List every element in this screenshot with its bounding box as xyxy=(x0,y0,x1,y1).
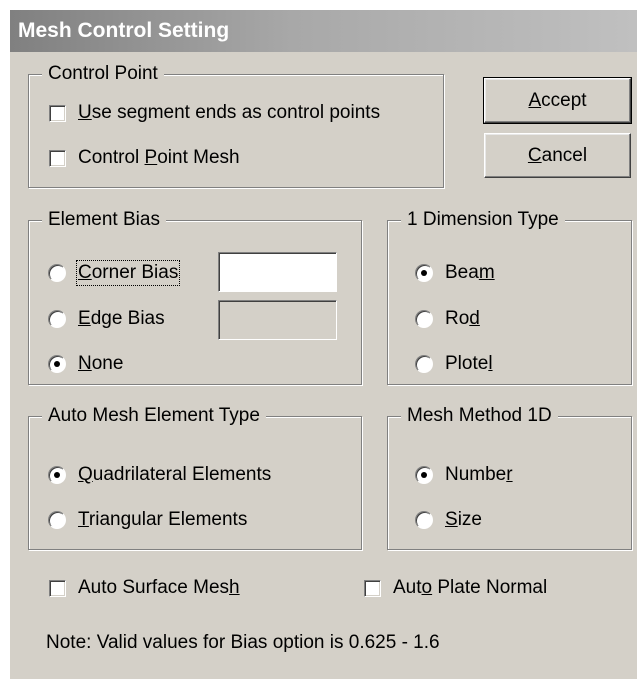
cancel-label: Cancel xyxy=(527,144,588,166)
triangular-radio[interactable]: Triangular Elements xyxy=(48,509,247,531)
number-radio[interactable]: Number xyxy=(415,464,513,486)
beam-radio[interactable]: Beam xyxy=(415,262,495,284)
quadrilateral-label: Quadrilateral Elements xyxy=(78,464,272,485)
checkbox-box[interactable] xyxy=(49,104,66,122)
beam-label: Beam xyxy=(445,262,495,283)
dimension-type-group: 1 Dimension Type Beam Rod Plotel xyxy=(387,209,632,385)
dimension-type-legend: 1 Dimension Type xyxy=(401,209,565,231)
size-label: Size xyxy=(445,509,482,530)
plotel-label: Plotel xyxy=(445,353,493,374)
radio-circle[interactable] xyxy=(415,310,433,328)
plotel-radio[interactable]: Plotel xyxy=(415,353,493,375)
radio-circle[interactable] xyxy=(415,355,433,373)
auto-mesh-group: Auto Mesh Element Type Quadrilateral Ele… xyxy=(28,405,362,550)
element-bias-group: Element Bias Corner Bias Edge Bias None xyxy=(28,209,362,385)
triangular-label: Triangular Elements xyxy=(78,509,248,530)
control-point-mesh-checkbox[interactable]: Control Point Mesh xyxy=(49,147,240,169)
size-radio[interactable]: Size xyxy=(415,509,482,531)
accept-label: Accept xyxy=(528,89,587,111)
title-bar[interactable]: Mesh Control Setting xyxy=(10,10,637,52)
bias-note: Note: Valid values for Bias option is 0.… xyxy=(46,632,440,653)
quadrilateral-radio[interactable]: Quadrilateral Elements xyxy=(48,464,271,486)
control-point-mesh-label: Control Point Mesh xyxy=(78,147,240,168)
edge-bias-label: Edge Bias xyxy=(78,308,165,329)
checkbox-box[interactable] xyxy=(364,579,381,597)
checkbox-box[interactable] xyxy=(49,149,66,167)
none-radio[interactable]: None xyxy=(48,353,123,375)
control-point-legend: Control Point xyxy=(42,63,164,85)
rod-label: Rod xyxy=(445,308,480,329)
corner-bias-radio[interactable]: Corner Bias xyxy=(48,260,181,286)
radio-circle[interactable] xyxy=(48,466,66,484)
radio-circle[interactable] xyxy=(415,264,433,282)
corner-bias-label: Corner Bias xyxy=(75,260,181,286)
radio-circle[interactable] xyxy=(48,264,66,282)
dialog-window: Mesh Control Setting Control Point Use s… xyxy=(10,10,637,679)
edge-bias-radio[interactable]: Edge Bias xyxy=(48,308,165,330)
radio-circle[interactable] xyxy=(48,310,66,328)
window-title: Mesh Control Setting xyxy=(18,19,230,42)
radio-circle[interactable] xyxy=(415,511,433,529)
number-label: Number xyxy=(445,464,513,485)
cancel-button[interactable]: Cancel xyxy=(484,133,631,178)
auto-plate-normal-checkbox[interactable]: Auto Plate Normal xyxy=(364,577,547,599)
rod-radio[interactable]: Rod xyxy=(415,308,480,330)
mesh-method-group: Mesh Method 1D Number Size xyxy=(387,405,632,550)
control-point-group: Control Point Use segment ends as contro… xyxy=(28,63,444,188)
auto-mesh-legend: Auto Mesh Element Type xyxy=(42,405,266,427)
auto-plate-normal-label: Auto Plate Normal xyxy=(393,577,548,598)
use-segment-ends-label: Use segment ends as control points xyxy=(78,102,381,123)
element-bias-legend: Element Bias xyxy=(42,209,166,231)
none-label: None xyxy=(78,353,124,374)
radio-circle[interactable] xyxy=(48,511,66,529)
radio-circle[interactable] xyxy=(48,355,66,373)
edge-bias-input[interactable] xyxy=(218,300,337,340)
use-segment-ends-checkbox[interactable]: Use segment ends as control points xyxy=(49,102,380,124)
mesh-method-legend: Mesh Method 1D xyxy=(401,405,558,427)
auto-surface-mesh-checkbox[interactable]: Auto Surface Mesh xyxy=(49,577,240,599)
corner-bias-input[interactable] xyxy=(218,252,337,292)
accept-button[interactable]: Accept xyxy=(483,77,632,124)
auto-surface-mesh-label: Auto Surface Mesh xyxy=(78,577,240,598)
checkbox-box[interactable] xyxy=(49,579,66,597)
radio-circle[interactable] xyxy=(415,466,433,484)
